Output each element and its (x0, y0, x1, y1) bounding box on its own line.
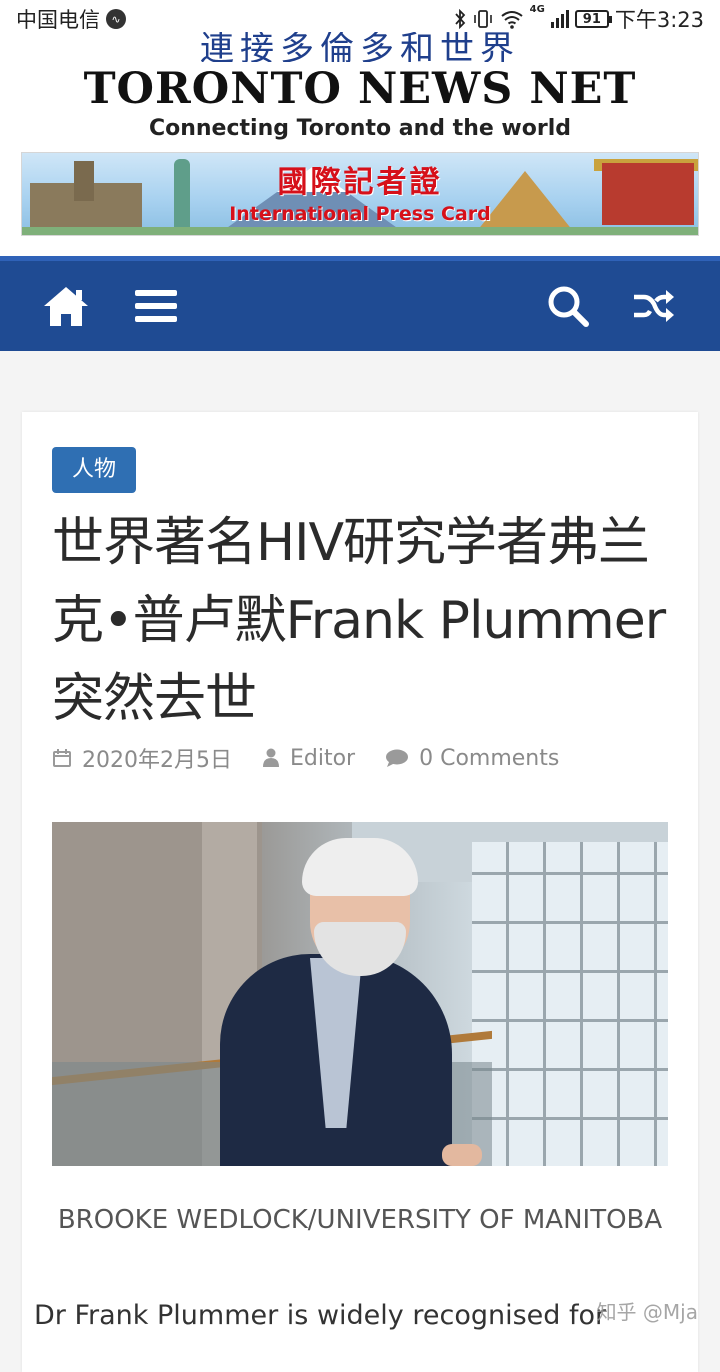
meta-author[interactable]: Editor (262, 746, 355, 771)
user-icon (262, 748, 279, 767)
site-header: 連接多倫多和世界 TORONTO NEWS NET Connecting Tor… (0, 32, 720, 258)
network-type-label: 4G (529, 4, 545, 15)
comment-icon (386, 749, 409, 767)
status-left: 中国电信 ∿ (16, 4, 126, 34)
article-body-first-line: Dr Frank Plummer is widely recognised fo… (34, 1300, 607, 1331)
search-button[interactable] (538, 261, 598, 351)
home-button[interactable] (36, 261, 96, 351)
carrier-label: 中国电信 (16, 8, 100, 32)
signal-icon (550, 10, 569, 28)
shuffle-icon (634, 290, 674, 322)
image-person-hair (302, 838, 418, 896)
author-name: Editor (289, 745, 356, 771)
bluetooth-icon (454, 9, 466, 29)
search-icon (548, 286, 589, 327)
publish-date: 2020年2月5日 (82, 748, 232, 773)
vibrate-icon (472, 9, 494, 29)
home-icon (44, 287, 88, 326)
article-card: 人物 世界著名HIV研究学者弗兰克•普卢默Frank Plummer突然去世 2… (22, 412, 698, 1372)
meta-comments[interactable]: 0 Comments (385, 746, 559, 771)
comment-count: 0 Comments (419, 745, 560, 771)
meta-date[interactable]: 2020年2月5日 (52, 742, 232, 774)
article-meta: 2020年2月5日 Editor 0 Comments (52, 742, 589, 774)
random-post-button[interactable] (624, 261, 684, 351)
site-logo-title[interactable]: TORONTO NEWS NET (0, 64, 720, 114)
wifi-icon (500, 9, 524, 29)
menu-icon (135, 290, 177, 322)
zhihu-watermark: 知乎 @Mja (596, 1300, 698, 1324)
chinese-slogan: 連接多倫多和世界 (200, 32, 520, 62)
press-card-banner[interactable]: 國際記者證 International Press Card (22, 153, 698, 235)
featured-image[interactable] (52, 822, 668, 1166)
image-person-hand (442, 1144, 482, 1166)
banner-title-cn: 國際記者證 (277, 165, 443, 200)
banner-ground (22, 227, 698, 235)
category-badge[interactable]: 人物 (52, 447, 137, 493)
menu-button[interactable] (126, 261, 186, 351)
clock-label: 下午3:23 (614, 8, 704, 32)
banner-title-en: International Press Card (229, 203, 491, 225)
main-nav-bar (0, 256, 720, 351)
battery-level: 91 (582, 11, 601, 27)
image-caption: BROOKE WEDLOCK/UNIVERSITY OF MANITOBA (57, 1205, 663, 1235)
status-right: 4G 91 下午3:23 (454, 4, 704, 34)
calendar-icon (53, 749, 71, 767)
audio-wave-icon: ∿ (106, 9, 126, 29)
image-atrium-windows (472, 842, 668, 1166)
site-tagline: Connecting Toronto and the world (148, 116, 572, 141)
battery-icon: 91 (574, 10, 612, 28)
article-title: 世界著名HIV研究学者弗兰克•普卢默Frank Plummer突然去世 (52, 513, 666, 729)
